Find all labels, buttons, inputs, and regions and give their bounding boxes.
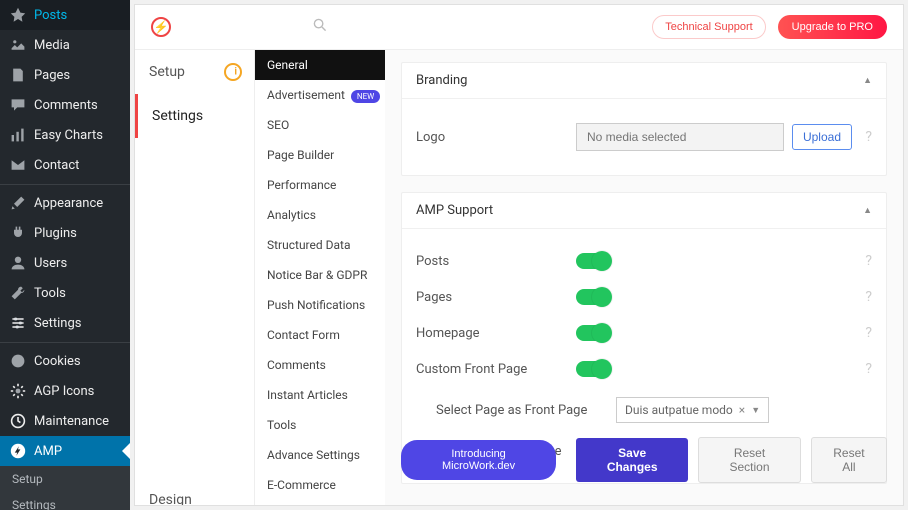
chevron-down-icon: ▼: [751, 405, 760, 416]
upgrade-pro-button[interactable]: Upgrade to PRO: [778, 15, 887, 39]
toggle-row-homepage: Homepage ?: [416, 315, 872, 351]
wp-admin-sidebar: Posts Media Pages Comments Easy Charts C…: [0, 0, 130, 510]
amp-support-header[interactable]: AMP Support ▲: [402, 193, 886, 229]
menu-tools[interactable]: Tools: [255, 410, 385, 440]
help-icon[interactable]: ?: [852, 325, 872, 341]
menu-translation-panel[interactable]: Translation Panel: [255, 500, 385, 505]
main-panel: ⚡ Technical Support Upgrade to PRO Setup…: [134, 4, 904, 506]
settings-menu: General AdvertisementNEW SEO Page Builde…: [255, 50, 385, 505]
save-changes-button[interactable]: Save Changes: [576, 438, 688, 482]
technical-support-button[interactable]: Technical Support: [652, 15, 765, 39]
sidebar-item-tools[interactable]: Tools: [0, 278, 130, 308]
submenu-settings[interactable]: Settings: [0, 492, 130, 510]
sidebar-item-users[interactable]: Users: [0, 248, 130, 278]
sidebar-item-plugins[interactable]: Plugins: [0, 218, 130, 248]
app-root: Posts Media Pages Comments Easy Charts C…: [0, 0, 908, 510]
toggle-row-custom-front: Custom Front Page ?: [416, 351, 872, 387]
sliders-icon: [10, 315, 26, 331]
logo-label: Logo: [416, 130, 576, 145]
amp-icon: [10, 443, 26, 459]
mail-icon: [10, 157, 26, 173]
toggle-row-pages: Pages ?: [416, 279, 872, 315]
tabs-column: Setup Settings Design: [135, 50, 255, 505]
media-icon: [10, 37, 26, 53]
menu-advance-settings[interactable]: Advance Settings: [255, 440, 385, 470]
menu-comments[interactable]: Comments: [255, 350, 385, 380]
sidebar-item-appearance[interactable]: Appearance: [0, 184, 130, 218]
amp-submenu: Setup Settings Design Extensions Upgrade…: [0, 466, 130, 510]
chart-icon: [10, 127, 26, 143]
sidebar-item-pages[interactable]: Pages: [0, 60, 130, 90]
sidebar-item-media[interactable]: Media: [0, 30, 130, 60]
brush-icon: [10, 195, 26, 211]
front-page-select[interactable]: Duis autpatue modo × ▼: [616, 397, 769, 423]
menu-performance[interactable]: Performance: [255, 170, 385, 200]
comment-icon: [10, 97, 26, 113]
menu-instant-articles[interactable]: Instant Articles: [255, 380, 385, 410]
sidebar-item-comments[interactable]: Comments: [0, 90, 130, 120]
collapse-icon: ▲: [863, 205, 872, 216]
menu-notice-bar[interactable]: Notice Bar & GDPR: [255, 260, 385, 290]
sidebar-item-contact[interactable]: Contact: [0, 150, 130, 180]
homepage-toggle[interactable]: [576, 325, 610, 341]
menu-advertisement[interactable]: AdvertisementNEW: [255, 80, 385, 110]
settings-body: Branding ▲ Logo Upload ?: [385, 50, 903, 505]
user-icon: [10, 255, 26, 271]
sidebar-item-easycharts[interactable]: Easy Charts: [0, 120, 130, 150]
menu-page-builder[interactable]: Page Builder: [255, 140, 385, 170]
gear-icon: [10, 383, 26, 399]
tab-design[interactable]: Design: [135, 478, 254, 505]
help-icon[interactable]: ?: [852, 361, 872, 377]
pin-icon: [10, 7, 26, 23]
help-icon[interactable]: ?: [852, 253, 872, 269]
custom-front-toggle[interactable]: [576, 361, 610, 377]
new-badge: NEW: [351, 90, 380, 103]
branding-header[interactable]: Branding ▲: [402, 63, 886, 99]
intro-microwork-button[interactable]: Introducing MicroWork.dev: [401, 440, 556, 480]
wrench-icon: [10, 285, 26, 301]
sidebar-item-maintenance[interactable]: Maintenance: [0, 406, 130, 436]
topbar: ⚡ Technical Support Upgrade to PRO: [135, 5, 903, 50]
upload-button[interactable]: Upload: [792, 124, 852, 150]
branding-panel: Branding ▲ Logo Upload ?: [401, 62, 887, 176]
reset-section-button[interactable]: Reset Section: [698, 437, 801, 483]
menu-analytics[interactable]: Analytics: [255, 200, 385, 230]
sidebar-item-amp[interactable]: AMP: [0, 436, 130, 466]
sidebar-item-cookies[interactable]: Cookies: [0, 342, 130, 376]
tab-setup[interactable]: Setup: [135, 50, 254, 94]
menu-general[interactable]: General: [255, 50, 385, 80]
logo-row: Logo Upload ?: [416, 113, 872, 161]
page-icon: [10, 67, 26, 83]
clear-select-icon[interactable]: ×: [739, 403, 745, 417]
help-icon[interactable]: ?: [852, 129, 872, 145]
menu-contact-form[interactable]: Contact Form: [255, 320, 385, 350]
menu-push-notifications[interactable]: Push Notifications: [255, 290, 385, 320]
collapse-icon: ▲: [863, 75, 872, 86]
sidebar-item-posts[interactable]: Posts: [0, 0, 130, 30]
menu-ecommerce[interactable]: E-Commerce: [255, 470, 385, 500]
content: Setup Settings Design General Advertisem…: [135, 50, 903, 505]
plug-icon: [10, 225, 26, 241]
posts-toggle[interactable]: [576, 253, 610, 269]
toggle-row-posts: Posts ?: [416, 243, 872, 279]
clock-icon: [10, 413, 26, 429]
search-icon[interactable]: [313, 18, 327, 36]
menu-seo[interactable]: SEO: [255, 110, 385, 140]
footer-actions: Introducing MicroWork.dev Save Changes R…: [401, 427, 887, 493]
sidebar-item-settings[interactable]: Settings: [0, 308, 130, 338]
sidebar-item-agp-icons[interactable]: AGP Icons: [0, 376, 130, 406]
reset-all-button[interactable]: Reset All: [811, 437, 887, 483]
pages-toggle[interactable]: [576, 289, 610, 305]
submenu-setup[interactable]: Setup: [0, 466, 130, 492]
help-icon[interactable]: ?: [852, 289, 872, 305]
amp-brand-icon: ⚡: [151, 17, 171, 37]
logo-media-input[interactable]: [576, 123, 784, 151]
tab-settings[interactable]: Settings: [135, 94, 254, 138]
menu-structured-data[interactable]: Structured Data: [255, 230, 385, 260]
cookie-icon: [10, 353, 26, 369]
